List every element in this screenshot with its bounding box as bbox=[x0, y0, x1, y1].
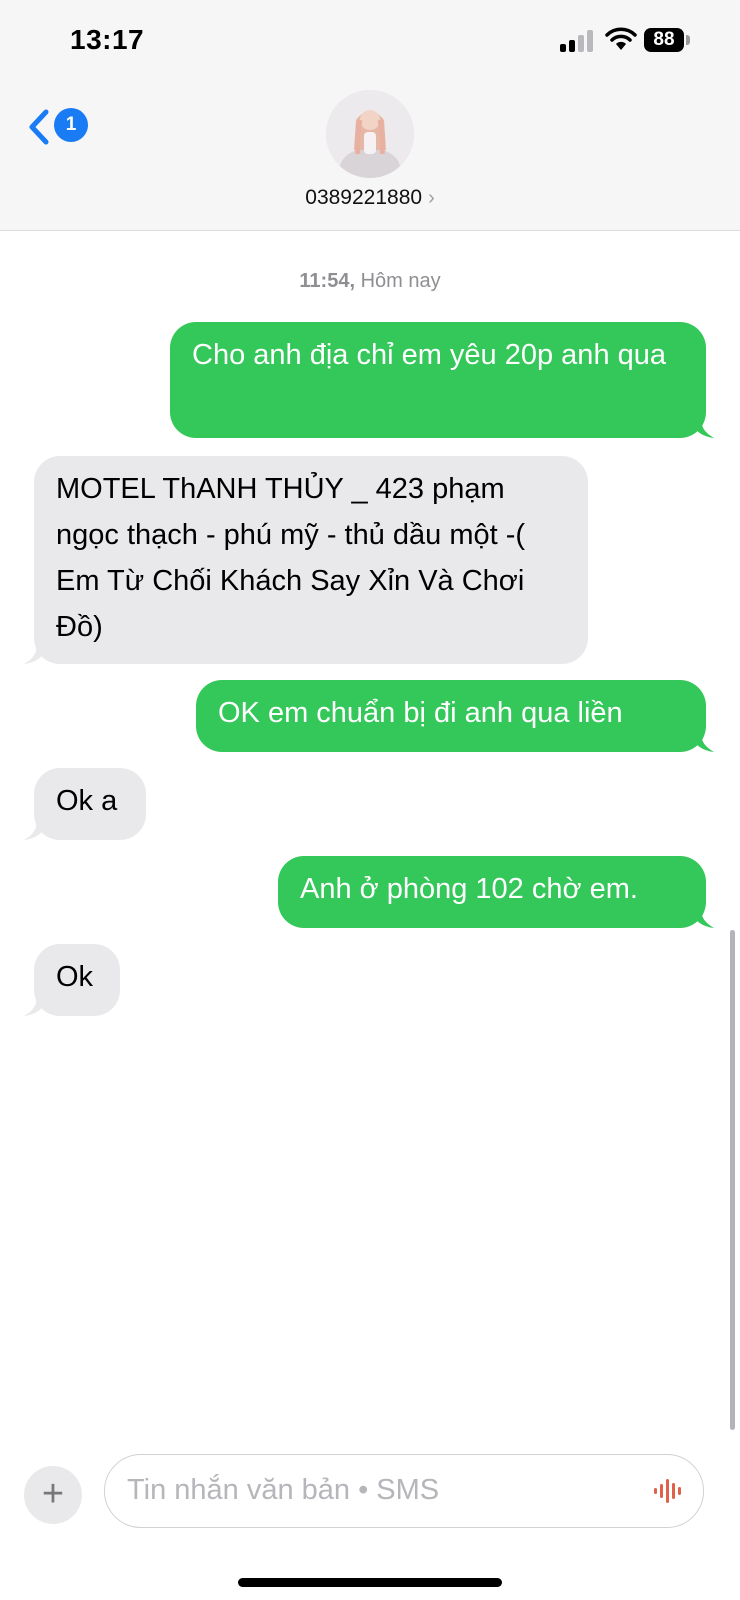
conversation-header: 13:17 88 1 0389221880 › bbox=[0, 0, 740, 231]
cellular-signal-icon bbox=[560, 30, 594, 52]
timestamp-time: 11:54, bbox=[299, 270, 355, 292]
message-timestamp: 11:54, Hôm nay bbox=[0, 270, 740, 293]
bubble-tail bbox=[690, 734, 714, 752]
wifi-icon bbox=[605, 27, 637, 50]
outgoing-message[interactable]: Anh ở phòng 102 chờ em. bbox=[278, 856, 706, 928]
back-button[interactable]: 1 bbox=[26, 108, 96, 152]
message-text: OK em chuẩn bị đi anh qua liền bbox=[218, 697, 623, 729]
message-text: Anh ở phòng 102 chờ em. bbox=[300, 873, 638, 905]
voice-waveform-icon[interactable] bbox=[652, 1476, 686, 1506]
incoming-message[interactable]: MOTEL ThANH THỦY _ 423 phạm ngọc thạch -… bbox=[34, 456, 588, 664]
contact-avatar[interactable] bbox=[326, 90, 414, 178]
battery-indicator: 88 bbox=[644, 28, 684, 52]
bubble-tail bbox=[24, 822, 48, 840]
outgoing-message[interactable]: Cho anh địa chỉ em yêu 20p anh qua bbox=[170, 322, 706, 438]
status-time: 13:17 bbox=[70, 24, 145, 55]
bubble-tail bbox=[24, 646, 48, 664]
battery-tip bbox=[686, 35, 690, 45]
scrollbar[interactable] bbox=[730, 930, 735, 1430]
message-text: MOTEL ThANH THỦY _ 423 phạm ngọc thạch -… bbox=[56, 473, 526, 643]
bubble-tail bbox=[690, 910, 714, 928]
message-text: Ok bbox=[56, 961, 94, 993]
chevron-right-icon: › bbox=[428, 187, 435, 209]
contact-name: 0389221880 bbox=[305, 186, 423, 209]
bubble-tail bbox=[24, 998, 48, 1016]
chevron-left-icon bbox=[29, 109, 49, 145]
contact-name-button[interactable]: 0389221880 › bbox=[0, 186, 740, 210]
message-input-placeholder: Tin nhắn văn bản • SMS bbox=[127, 1474, 440, 1506]
avatar-photo bbox=[326, 90, 414, 178]
plus-icon: + bbox=[41, 1473, 65, 1515]
message-text: Cho anh địa chỉ em yêu 20p anh qua bbox=[192, 339, 667, 371]
message-text: Ok a bbox=[56, 785, 118, 817]
incoming-message[interactable]: Ok a bbox=[34, 768, 146, 840]
bubble-tail bbox=[690, 420, 714, 438]
outgoing-message[interactable]: OK em chuẩn bị đi anh qua liền bbox=[196, 680, 706, 752]
add-attachment-button[interactable]: + bbox=[24, 1466, 82, 1524]
message-input[interactable]: Tin nhắn văn bản • SMS bbox=[104, 1454, 704, 1528]
timestamp-day: Hôm nay bbox=[360, 270, 441, 292]
unread-badge: 1 bbox=[54, 108, 88, 142]
home-indicator[interactable] bbox=[238, 1578, 502, 1587]
